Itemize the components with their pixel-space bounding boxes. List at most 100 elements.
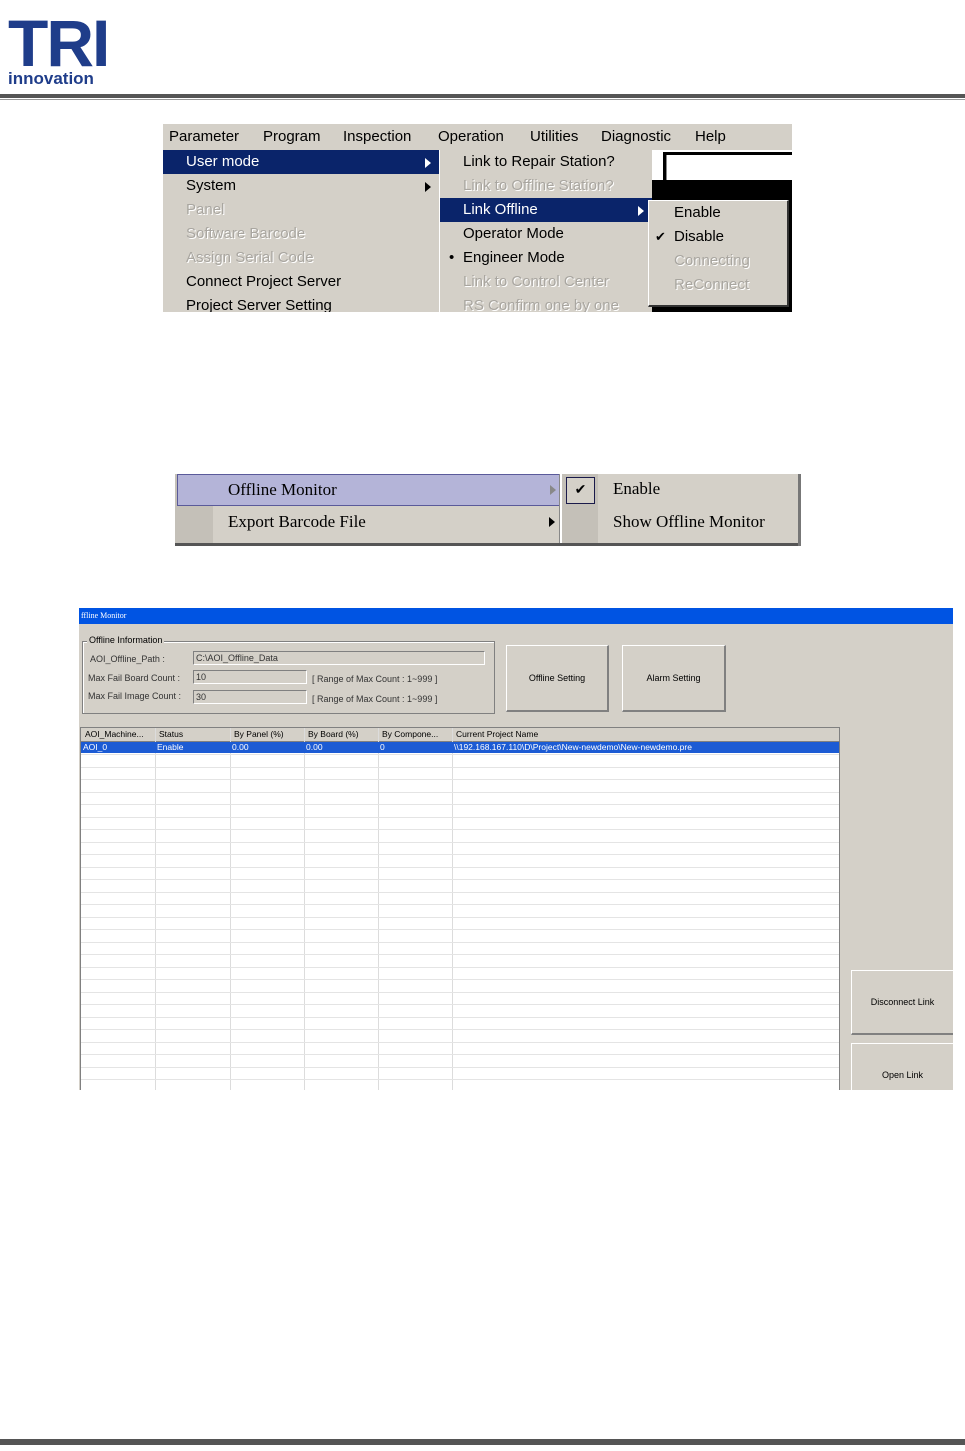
user-mode-menu: Link to Repair Station? Link to Offline …	[439, 150, 652, 312]
menu-item-reconnect: ReConnect	[674, 276, 750, 293]
checkmark-icon: ✔	[655, 229, 666, 244]
col-status[interactable]: Status	[159, 729, 183, 739]
max-fail-image-label: Max Fail Image Count :	[88, 691, 182, 701]
tri-logo: TRI innovation	[8, 6, 110, 88]
table-row-line	[81, 804, 839, 805]
submenu-arrow-icon	[638, 206, 644, 216]
offline-path-field[interactable]: C:\AOI_Offline_Data	[193, 651, 485, 665]
submenu-item-show-offline-monitor[interactable]: Show Offline Monitor	[613, 512, 765, 532]
menu-item-user-mode[interactable]: User mode	[163, 150, 439, 174]
path-label: AOI_Offline_Path :	[90, 654, 165, 664]
col-divider	[452, 728, 453, 1090]
table-row-line	[81, 841, 839, 843]
max-fail-image-field[interactable]: 30	[193, 690, 307, 704]
table-row-line	[81, 1054, 839, 1055]
table-row-line	[81, 1066, 839, 1068]
menu-item-enable[interactable]: Enable	[649, 201, 787, 225]
menu-item-link-offline[interactable]: Link Offline	[440, 198, 652, 222]
submenu-item-enable[interactable]: Enable	[613, 479, 660, 499]
menu-item-export-barcode-file[interactable]: Export Barcode File	[177, 507, 559, 537]
menu-item-project-server-setting[interactable]: Project Server Setting	[163, 294, 439, 312]
offline-monitor-window: ffline Monitor Offline Information AOI_O…	[79, 608, 953, 1090]
menu-item-disable[interactable]: ✔ Disable	[649, 225, 787, 249]
col-current-project[interactable]: Current Project Name	[456, 729, 538, 739]
table-header: AOI_Machine... Status By Panel (%) By Bo…	[81, 728, 839, 742]
table-row[interactable]: AOI_0 Enable 0.00 0.00 0 \\192.168.167.1…	[81, 742, 839, 753]
table-row-line	[81, 766, 839, 768]
menu-item-offline-monitor[interactable]: Offline Monitor	[177, 474, 561, 506]
submenu-arrow-icon	[549, 517, 555, 527]
menu-item-panel: Panel	[186, 201, 225, 218]
table-row-line	[81, 1029, 839, 1030]
menu-help[interactable]: Help	[695, 128, 726, 145]
menu-item-connecting: Connecting	[674, 252, 750, 269]
open-link-button[interactable]: Open Link	[851, 1043, 953, 1090]
table-row-line	[81, 1079, 839, 1080]
table-row-line	[81, 829, 839, 830]
bullet-icon: •	[449, 249, 455, 266]
menu-item-connect-project-server[interactable]: Connect Project Server	[163, 270, 439, 294]
table-row-line	[81, 991, 839, 993]
table-row-line	[81, 916, 839, 918]
table-row-line	[81, 954, 839, 955]
menu-item-system[interactable]: System	[163, 174, 439, 198]
cell-aoi-machine: AOI_0	[83, 742, 108, 752]
group-label: Offline Information	[87, 635, 165, 645]
menu-item-software-barcode: Software Barcode	[186, 225, 306, 242]
checkbox-enable[interactable]: ✔	[566, 477, 595, 504]
menu-item-link-control-center: Link to Control Center	[463, 273, 609, 290]
menu-inspection[interactable]: Inspection	[343, 128, 411, 145]
menu-item-engineer-mode[interactable]: • Engineer Mode	[440, 246, 652, 270]
parameter-menu: User mode System Panel Software Barcode …	[163, 150, 440, 312]
menu-item-rs-confirm: RS Confirm one by one	[463, 297, 619, 312]
offline-monitor-menu-screenshot: Offline Monitor Export Barcode File ✔ En…	[175, 474, 801, 546]
col-by-board[interactable]: By Board (%)	[308, 729, 359, 739]
cell-by-component: 0	[380, 742, 385, 752]
alarm-setting-button[interactable]: Alarm Setting	[622, 645, 726, 712]
menu-program[interactable]: Program	[263, 128, 321, 145]
window-title: ffline Monitor	[81, 611, 127, 620]
menu-item-link-offline-station: Link to Offline Station?	[463, 177, 614, 194]
link-offline-menu: Enable ✔ Disable Connecting ReConnect	[648, 200, 789, 307]
header-rule	[0, 94, 965, 98]
monitor-table: AOI_Machine... Status By Panel (%) By Bo…	[80, 727, 840, 1090]
submenu-arrow-icon	[425, 182, 431, 192]
menu-parameter[interactable]: Parameter	[169, 128, 239, 145]
menu-item-link-repair-station[interactable]: Link to Repair Station?	[440, 150, 652, 174]
table-row-line	[81, 779, 839, 780]
submenu-arrow-icon	[550, 485, 556, 495]
table-row-line	[81, 866, 839, 868]
window-titlebar: ffline Monitor	[79, 608, 953, 624]
offline-setting-button[interactable]: Offline Setting	[506, 645, 609, 712]
footer-rule	[0, 1439, 965, 1445]
table-row-line	[81, 791, 839, 793]
menubar: Parameter Program Inspection Operation U…	[163, 124, 792, 150]
table-row-line	[81, 979, 839, 980]
menu-operation[interactable]: Operation	[438, 128, 504, 145]
logo-word: innovation	[8, 69, 94, 88]
menu-diagnostic[interactable]: Diagnostic	[601, 128, 671, 145]
menu-utilities[interactable]: Utilities	[530, 128, 578, 145]
max-fail-board-label: Max Fail Board Count :	[88, 673, 181, 683]
submenu-arrow-icon	[425, 158, 431, 168]
max-fail-board-range: [ Range of Max Count : 1~999 ]	[312, 674, 438, 684]
table-row-line	[81, 891, 839, 893]
cell-current-project: \\192.168.167.110\D\Project\New-newdemo\…	[454, 742, 692, 752]
table-row-line	[81, 904, 839, 905]
cell-by-board: 0.00	[306, 742, 323, 752]
cell-status: Enable	[157, 742, 184, 752]
col-by-component[interactable]: By Compone...	[382, 729, 438, 739]
cell-by-panel: 0.00	[232, 742, 249, 752]
menu-screenshot: Parameter Program Inspection Operation U…	[163, 124, 792, 312]
col-divider	[304, 728, 305, 1090]
col-aoi-machine[interactable]: AOI_Machine...	[85, 729, 144, 739]
max-fail-board-field[interactable]: 10	[193, 670, 307, 684]
table-row-line	[81, 1004, 839, 1005]
col-by-panel[interactable]: By Panel (%)	[234, 729, 284, 739]
menu-item-assign-serial-code: Assign Serial Code	[186, 249, 314, 266]
menu-item-operator-mode[interactable]: Operator Mode	[440, 222, 652, 246]
disconnect-link-button[interactable]: Disconnect Link	[851, 970, 953, 1035]
header-rule-thin	[0, 99, 965, 100]
table-row-line	[81, 966, 839, 968]
table-row-line	[81, 929, 839, 930]
